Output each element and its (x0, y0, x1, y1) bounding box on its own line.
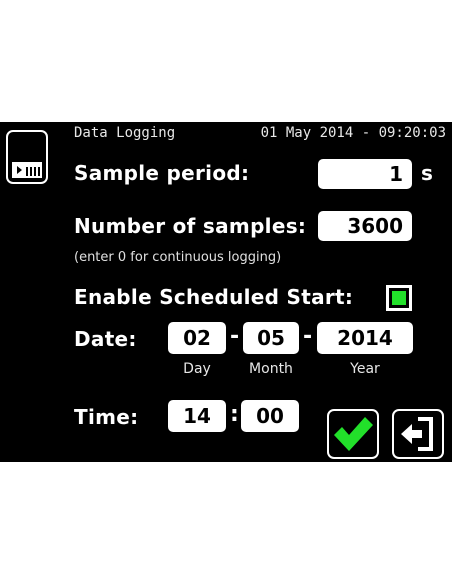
sample-period-label: Sample period: (74, 161, 250, 185)
sd-card-icon[interactable] (6, 130, 48, 184)
date-label: Date: (74, 327, 137, 351)
date-year-input[interactable]: 2014 (317, 322, 413, 354)
logging-screen: Data Logging 01 May 2014 - 09:20:03 Samp… (0, 122, 452, 462)
exit-icon (401, 417, 433, 451)
num-samples-hint: (enter 0 for continuous logging) (74, 250, 282, 265)
num-samples-input[interactable]: 3600 (318, 211, 412, 241)
date-month-input[interactable]: 05 (243, 322, 299, 354)
year-caption: Year (350, 361, 380, 377)
scheduled-start-checkbox[interactable] (386, 285, 412, 311)
day-caption: Day (183, 361, 211, 377)
date-separator: - (230, 324, 240, 349)
checkbox-checked-indicator (392, 291, 406, 305)
confirm-button[interactable] (327, 409, 379, 459)
current-datetime: 01 May 2014 - 09:20:03 (260, 125, 446, 141)
month-caption: Month (249, 361, 293, 377)
time-minute-input[interactable]: 00 (241, 400, 299, 432)
exit-button[interactable] (392, 409, 444, 459)
checkmark-icon (334, 417, 373, 451)
scheduled-start-label: Enable Scheduled Start: (74, 285, 354, 309)
time-hour-input[interactable]: 14 (168, 400, 226, 432)
sample-period-unit: s (421, 161, 434, 185)
time-label: Time: (74, 405, 139, 429)
date-day-input[interactable]: 02 (168, 322, 226, 354)
screen-title: Data Logging (74, 125, 176, 141)
sample-period-input[interactable]: 1 (318, 159, 412, 189)
time-separator: : (230, 402, 239, 427)
num-samples-label: Number of samples: (74, 214, 307, 238)
date-separator: - (303, 324, 313, 349)
